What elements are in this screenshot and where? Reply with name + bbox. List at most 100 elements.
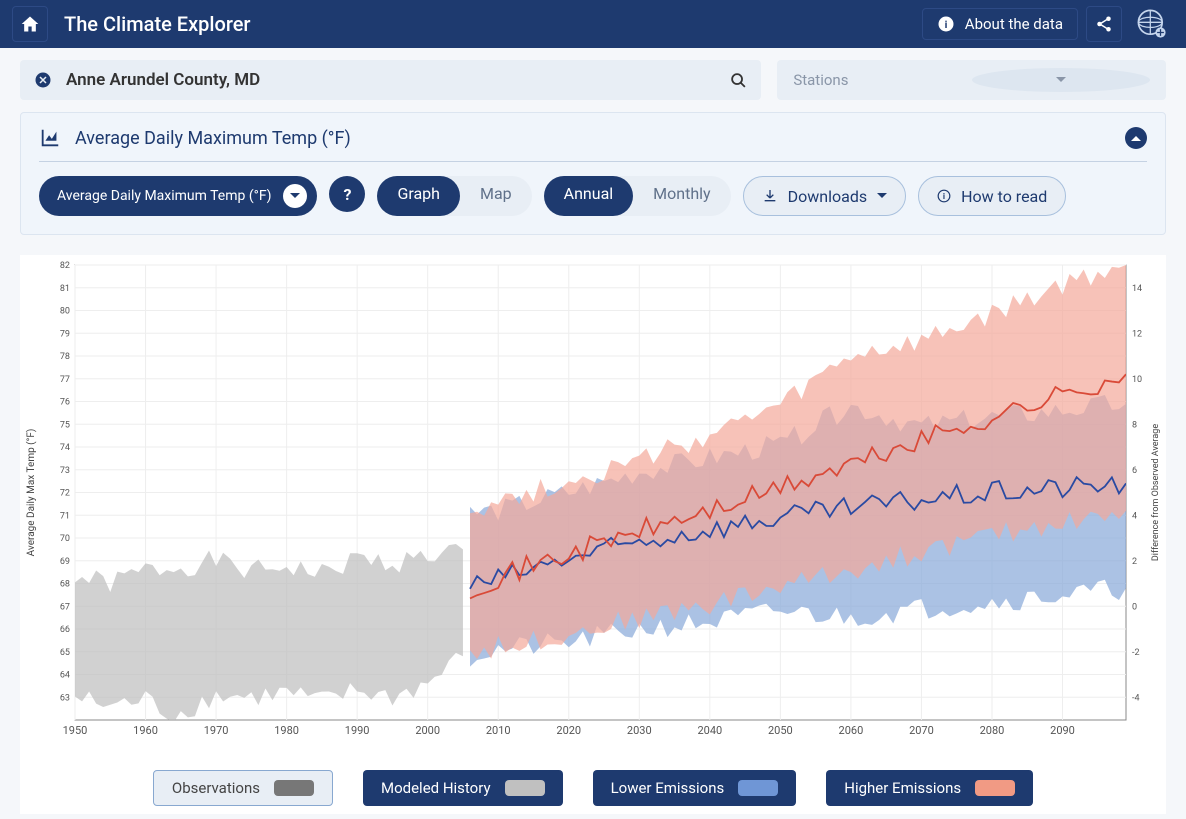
svg-text:10: 10 xyxy=(1132,375,1142,385)
svg-text:i: i xyxy=(943,191,945,201)
svg-text:72: 72 xyxy=(60,489,70,499)
legend-lower-label: Lower Emissions xyxy=(611,779,725,797)
svg-text:-2: -2 xyxy=(1132,648,1140,658)
chevron-up-icon xyxy=(1131,135,1141,141)
map-toggle[interactable]: Map xyxy=(460,176,532,216)
variable-label: Average Daily Maximum Temp (°F) xyxy=(57,188,271,204)
svg-text:1980: 1980 xyxy=(274,724,299,737)
home-icon xyxy=(20,14,40,34)
location-search-button[interactable] xyxy=(730,72,747,89)
chart-line-icon xyxy=(39,127,61,149)
svg-text:-4: -4 xyxy=(1132,693,1140,703)
svg-text:2090: 2090 xyxy=(1050,724,1075,737)
svg-text:67: 67 xyxy=(60,602,70,612)
swatch-red xyxy=(975,780,1015,796)
svg-text:Average Daily Max Temp (°F): Average Daily Max Temp (°F) xyxy=(25,429,37,557)
how-to-read-button[interactable]: i How to read xyxy=(918,176,1066,216)
graph-toggle[interactable]: Graph xyxy=(377,176,460,216)
svg-text:68: 68 xyxy=(60,580,70,590)
info-icon: i xyxy=(937,189,951,203)
chevron-down-icon xyxy=(283,184,307,208)
panel-header: Average Daily Maximum Temp (°F) xyxy=(39,127,1147,162)
svg-text:82: 82 xyxy=(60,261,70,271)
chart-container: 6364656667686970717273747576777879808182… xyxy=(20,255,1166,814)
location-bar: Anne Arundel County, MD xyxy=(20,60,761,100)
legend-lower-emissions[interactable]: Lower Emissions xyxy=(593,770,797,806)
share-button[interactable] xyxy=(1086,6,1122,42)
svg-text:71: 71 xyxy=(60,511,70,521)
chevron-down-icon xyxy=(877,193,887,199)
legend-higher-emissions[interactable]: Higher Emissions xyxy=(826,770,1033,806)
svg-text:70: 70 xyxy=(60,534,70,544)
svg-text:2050: 2050 xyxy=(768,724,793,737)
svg-text:14: 14 xyxy=(1132,284,1142,294)
control-row: Average Daily Maximum Temp (°F) ? Graph … xyxy=(39,176,1147,216)
top-search-row: Anne Arundel County, MD Stations xyxy=(0,48,1186,112)
panel-collapse-button[interactable] xyxy=(1125,127,1147,149)
stations-dropdown[interactable]: Stations xyxy=(777,60,1166,100)
stations-placeholder: Stations xyxy=(793,71,971,89)
svg-text:66: 66 xyxy=(60,625,70,635)
svg-text:2: 2 xyxy=(1132,557,1137,567)
svg-text:2040: 2040 xyxy=(697,724,722,737)
about-data-button[interactable]: i About the data xyxy=(922,8,1078,40)
chart-legend: Observations Modeled History Lower Emiss… xyxy=(20,750,1166,814)
svg-text:73: 73 xyxy=(60,466,70,476)
home-button[interactable] xyxy=(12,6,48,42)
svg-text:76: 76 xyxy=(60,398,70,408)
panel-title: Average Daily Maximum Temp (°F) xyxy=(75,128,1111,149)
period-toggle: Annual Monthly xyxy=(544,176,731,216)
svg-text:6: 6 xyxy=(1132,466,1137,476)
svg-text:65: 65 xyxy=(60,648,70,658)
svg-text:63: 63 xyxy=(60,693,70,703)
downloads-button[interactable]: Downloads xyxy=(743,176,906,216)
svg-text:4: 4 xyxy=(1132,511,1137,521)
svg-text:80: 80 xyxy=(60,307,70,317)
swatch-lightgray xyxy=(505,780,545,796)
downloads-label: Downloads xyxy=(788,187,867,206)
swatch-blue xyxy=(738,780,778,796)
globe-icon xyxy=(1135,7,1169,41)
chevron-down-icon xyxy=(972,68,1150,92)
climate-chart[interactable]: 6364656667686970717273747576777879808182… xyxy=(20,255,1166,750)
svg-text:2010: 2010 xyxy=(486,724,511,737)
globe-settings-button[interactable] xyxy=(1130,6,1174,42)
legend-observations[interactable]: Observations xyxy=(153,770,333,806)
legend-higher-label: Higher Emissions xyxy=(844,779,961,797)
svg-text:74: 74 xyxy=(60,443,70,453)
svg-text:2030: 2030 xyxy=(627,724,652,737)
share-icon xyxy=(1095,15,1113,33)
svg-text:1990: 1990 xyxy=(345,724,370,737)
annual-toggle[interactable]: Annual xyxy=(544,176,634,216)
how-to-read-label: How to read xyxy=(961,187,1047,206)
app-header: The Climate Explorer i About the data xyxy=(0,0,1186,48)
legend-obs-label: Observations xyxy=(172,779,260,797)
svg-text:79: 79 xyxy=(60,329,70,339)
svg-text:78: 78 xyxy=(60,352,70,362)
svg-text:2060: 2060 xyxy=(839,724,864,737)
svg-text:75: 75 xyxy=(60,420,70,430)
download-icon xyxy=(762,188,778,204)
svg-text:2080: 2080 xyxy=(980,724,1005,737)
svg-text:i: i xyxy=(944,18,947,31)
svg-text:2020: 2020 xyxy=(556,724,581,737)
svg-text:1960: 1960 xyxy=(133,724,158,737)
swatch-gray xyxy=(274,780,314,796)
svg-text:8: 8 xyxy=(1132,420,1137,430)
help-button[interactable]: ? xyxy=(329,176,365,212)
svg-text:12: 12 xyxy=(1132,329,1142,339)
svg-text:77: 77 xyxy=(60,375,70,385)
view-toggle: Graph Map xyxy=(377,176,531,216)
legend-modeled-history[interactable]: Modeled History xyxy=(363,770,563,806)
monthly-toggle[interactable]: Monthly xyxy=(633,176,730,216)
about-label: About the data xyxy=(965,15,1063,33)
svg-text:0: 0 xyxy=(1132,602,1137,612)
variable-dropdown[interactable]: Average Daily Maximum Temp (°F) xyxy=(39,176,317,216)
svg-text:2000: 2000 xyxy=(415,724,440,737)
svg-text:2070: 2070 xyxy=(909,724,934,737)
info-icon: i xyxy=(937,15,955,33)
svg-text:64: 64 xyxy=(60,671,70,681)
svg-text:81: 81 xyxy=(60,284,70,294)
legend-modeled-label: Modeled History xyxy=(381,779,491,797)
clear-location-button[interactable] xyxy=(34,71,52,89)
